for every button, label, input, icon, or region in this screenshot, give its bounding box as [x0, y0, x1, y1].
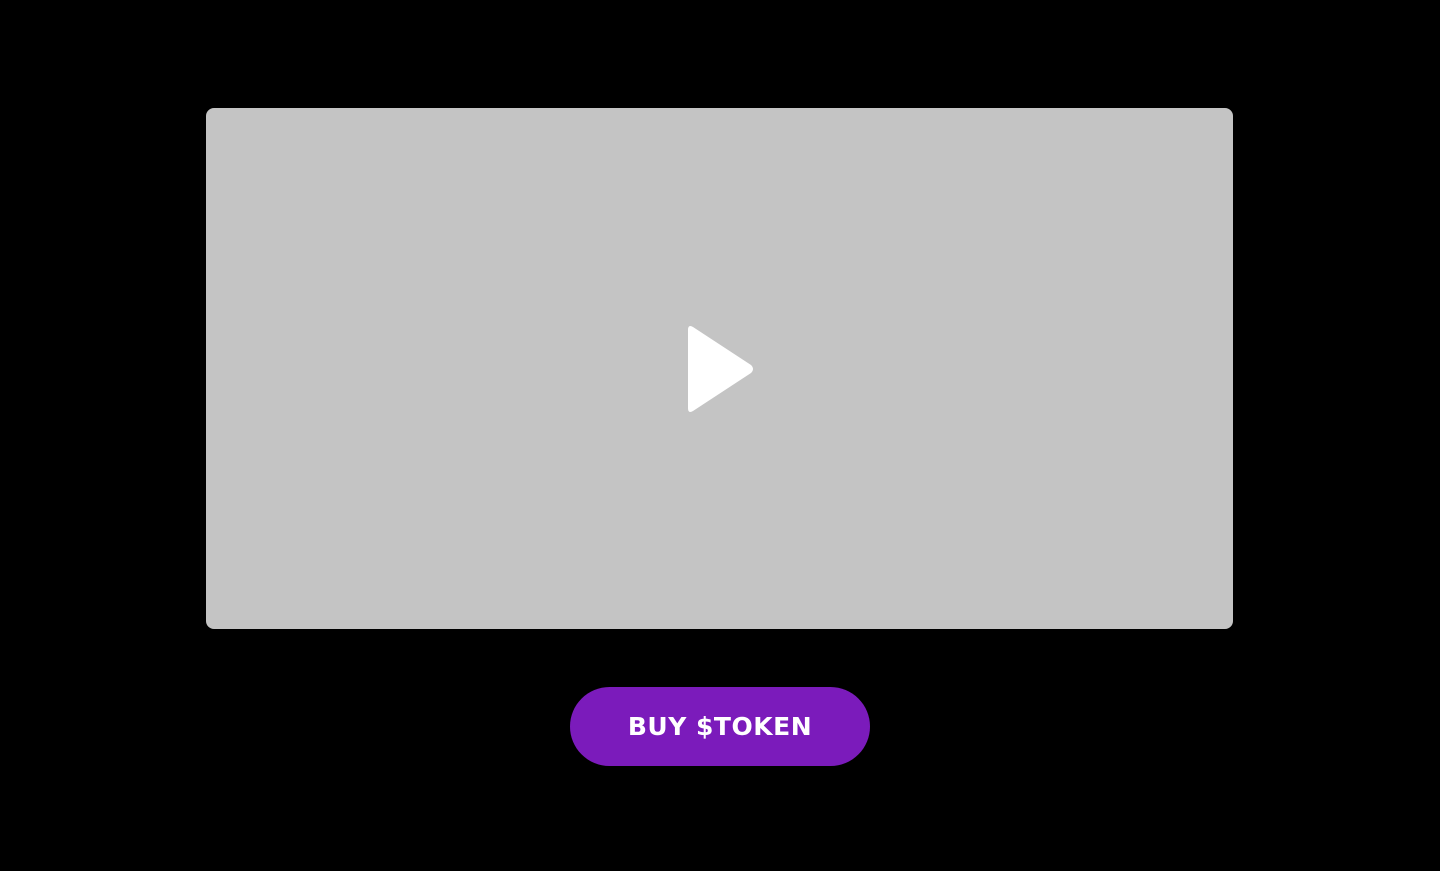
video-player[interactable]: [206, 108, 1233, 629]
buy-token-label: BUY $TOKEN: [627, 712, 813, 741]
buy-token-button[interactable]: BUY $TOKEN: [570, 687, 870, 766]
play-icon: [687, 325, 753, 412]
play-button[interactable]: [675, 324, 765, 414]
page: BUY $TOKEN: [0, 0, 1440, 871]
